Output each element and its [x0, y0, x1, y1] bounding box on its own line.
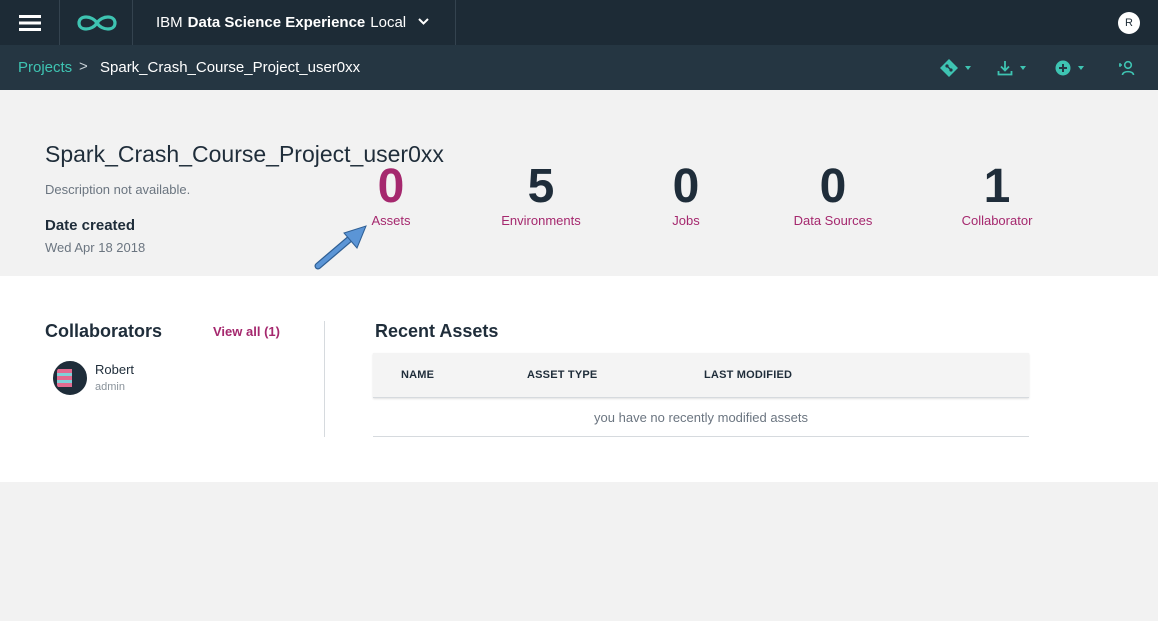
view-all-collaborators-link[interactable]: View all (1) — [213, 324, 280, 339]
top-navigation-bar: IBM Data Science Experience Local R — [0, 0, 1158, 45]
breadcrumb-current-project: Spark_Crash_Course_Project_user0xx — [100, 59, 361, 76]
column-header-name[interactable]: NAME — [401, 369, 434, 381]
section-divider — [324, 321, 325, 437]
stat-environments-count: 5 — [527, 160, 555, 213]
infinity-logo-icon — [76, 14, 117, 31]
user-avatar-icon — [55, 363, 85, 393]
column-header-last-modified[interactable]: LAST MODIFIED — [704, 369, 792, 381]
project-content: Collaborators View all (1) Robert admin … — [0, 276, 1158, 482]
empty-state-message: you have no recently modified assets — [373, 398, 1029, 437]
page-background — [0, 482, 1158, 621]
collaborator-name: Robert — [95, 362, 135, 377]
stat-data-sources[interactable]: 0 Data Sources — [778, 160, 888, 229]
collaborator-item[interactable]: Robert admin — [53, 361, 283, 397]
breadcrumb-separator: > — [79, 58, 88, 75]
caret-down-icon — [965, 66, 971, 70]
recent-assets-heading: Recent Assets — [375, 321, 499, 341]
stat-collaborators-label: Collaborator — [961, 213, 1033, 228]
git-menu-button[interactable] — [940, 58, 971, 78]
stat-assets-count: 0 — [377, 160, 405, 213]
table-header: NAME ASSET TYPE LAST MODIFIED — [373, 353, 1029, 398]
caret-down-icon — [1020, 66, 1026, 70]
project-description: Description not available. — [45, 182, 191, 197]
project-header: Spark_Crash_Course_Project_user0xx Descr… — [0, 90, 1158, 276]
collaborator-role: admin — [95, 381, 125, 393]
breadcrumb-projects-link[interactable]: Projects — [18, 59, 72, 76]
breadcrumb-bar: Projects > Spark_Crash_Course_Project_us… — [0, 45, 1158, 90]
git-icon — [940, 59, 958, 77]
app-title-prefix: IBM — [156, 14, 183, 31]
stat-environments-label: Environments — [501, 213, 581, 228]
download-icon — [997, 61, 1013, 76]
add-collaborator-button[interactable] — [1119, 58, 1135, 78]
recent-assets-table: NAME ASSET TYPE LAST MODIFIED you have n… — [373, 353, 1029, 437]
main-menu-button[interactable] — [0, 0, 60, 45]
stat-data-sources-label: Data Sources — [793, 213, 873, 228]
stat-jobs-label: Jobs — [672, 213, 700, 228]
avatar — [53, 361, 87, 395]
hamburger-menu-icon — [18, 14, 41, 31]
collaborators-heading: Collaborators — [45, 321, 163, 341]
app-switcher[interactable]: IBM Data Science Experience Local — [134, 0, 456, 45]
stat-jobs-count: 0 — [672, 160, 700, 213]
stat-collaborators[interactable]: 1 Collaborator — [942, 160, 1052, 229]
stat-jobs[interactable]: 0 Jobs — [631, 160, 741, 229]
stat-environments[interactable]: 5 Environments — [486, 160, 596, 229]
app-title-name: Data Science Experience — [187, 14, 366, 31]
add-menu-button[interactable] — [1055, 58, 1084, 78]
caret-down-icon — [1078, 66, 1084, 70]
add-user-icon — [1119, 60, 1135, 76]
user-avatar-button[interactable]: R — [1118, 12, 1140, 34]
date-created-value: Wed Apr 18 2018 — [45, 240, 146, 255]
stat-assets[interactable]: 0 Assets — [336, 160, 446, 229]
app-title-suffix: Local — [370, 14, 407, 31]
stat-collaborators-count: 1 — [983, 160, 1011, 213]
add-circle-icon — [1055, 60, 1071, 76]
chevron-down-icon — [418, 18, 429, 25]
download-menu-button[interactable] — [997, 58, 1026, 78]
date-created-label: Date created — [45, 217, 136, 234]
stat-data-sources-count: 0 — [819, 160, 847, 213]
column-header-asset-type[interactable]: ASSET TYPE — [527, 369, 597, 381]
app-logo[interactable] — [61, 0, 133, 45]
annotation-arrow-icon — [314, 225, 367, 270]
